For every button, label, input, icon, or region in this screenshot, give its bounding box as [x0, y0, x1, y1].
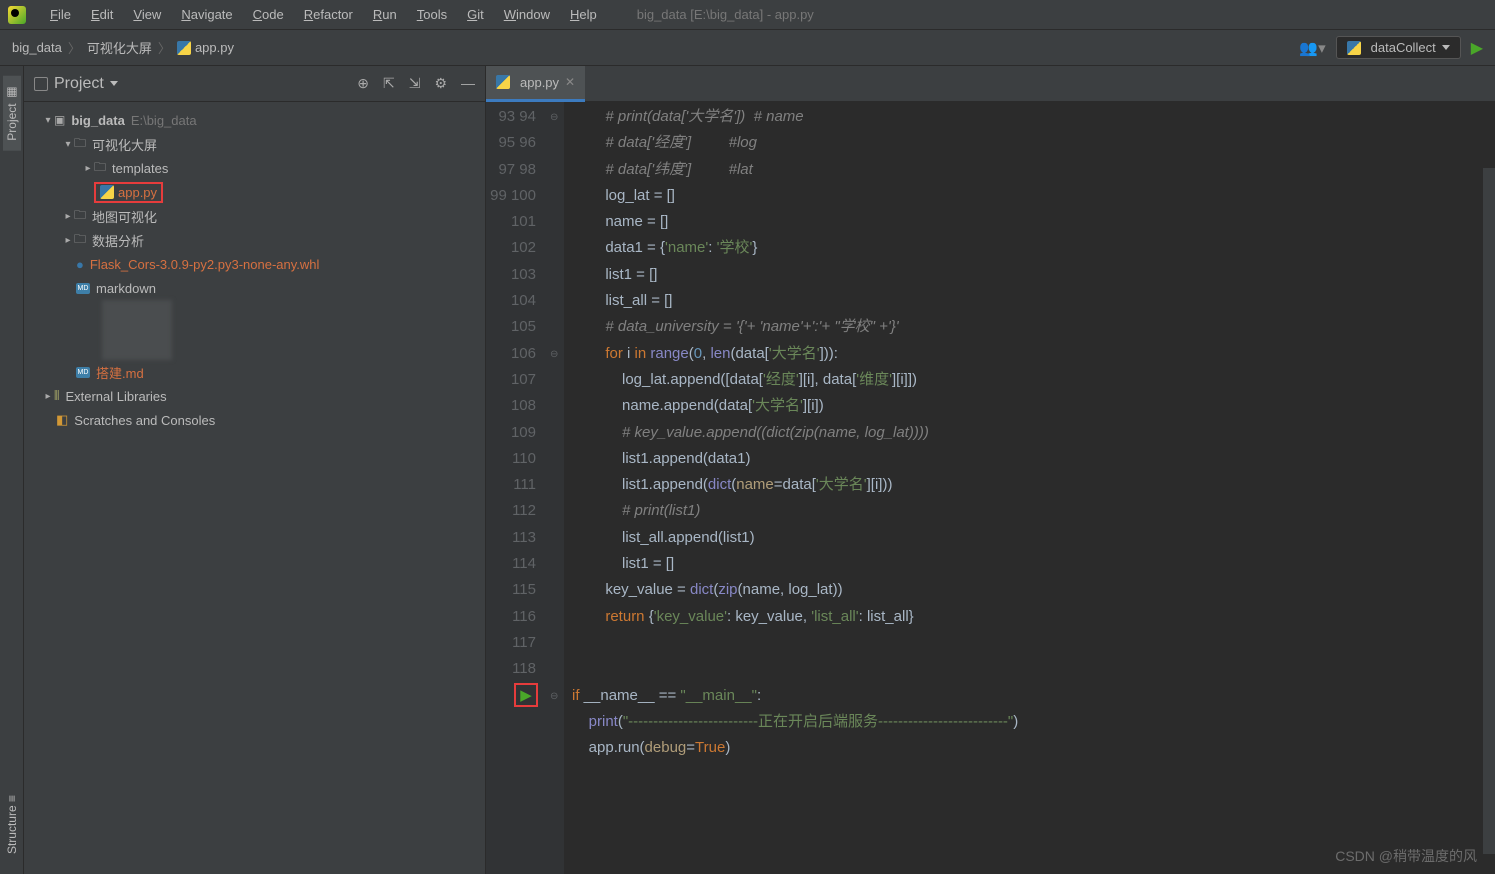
blurred-content: [102, 300, 172, 360]
menu-code[interactable]: Code: [243, 3, 294, 26]
rail-project-tab[interactable]: Project ▦: [3, 76, 21, 151]
collapse-all-icon[interactable]: ⇲: [409, 75, 421, 92]
code-area[interactable]: # print(data['大学名']) # name # data['经度']…: [564, 102, 1495, 874]
project-title: Project: [54, 75, 104, 93]
menu-refactor[interactable]: Refactor: [294, 3, 363, 26]
project-tree: ▾▣big_dataE:\big_data ▾🗀可视化大屏 ▸🗀template…: [24, 102, 485, 438]
editor-tab-app[interactable]: app.py ✕: [486, 66, 585, 102]
tree-file-app[interactable]: app.py: [24, 180, 485, 204]
python-file-icon: [100, 185, 114, 199]
crumb-root[interactable]: big_data: [12, 40, 62, 55]
crumb-file[interactable]: app.py: [195, 40, 234, 55]
menu-window[interactable]: Window: [494, 3, 560, 26]
python-file-icon: [496, 75, 510, 89]
python-icon: [1347, 41, 1361, 55]
tree-folder-templates[interactable]: ▸🗀templates: [24, 156, 485, 180]
fold-column[interactable]: ⊖⊖⊖▶: [546, 102, 564, 874]
rail-structure-tab[interactable]: Structure ≡: [3, 785, 21, 864]
collaborators-icon[interactable]: 👥▾: [1299, 39, 1325, 57]
tree-folder-vis[interactable]: ▾🗀可视化大屏: [24, 132, 485, 156]
run-config-name: dataCollect: [1371, 40, 1436, 55]
chevron-down-icon: [1442, 45, 1450, 50]
watermark: CSDN @稍带温度的风: [1335, 846, 1477, 866]
menu-help[interactable]: Help: [560, 3, 607, 26]
hide-icon[interactable]: —: [461, 75, 475, 92]
tree-folder-analysis[interactable]: ▸🗀数据分析: [24, 228, 485, 252]
tree-root[interactable]: ▾▣big_dataE:\big_data: [24, 108, 485, 132]
tree-file-whl[interactable]: ●Flask_Cors-3.0.9-py2.py3-none-any.whl: [24, 252, 485, 276]
menu-tools[interactable]: Tools: [407, 3, 457, 26]
menu-edit[interactable]: Edit: [81, 3, 123, 26]
tree-folder-mapvis[interactable]: ▸🗀地图可视化: [24, 204, 485, 228]
breadcrumb-bar: big_data 〉 可视化大屏 〉 app.py 👥▾ dataCollect…: [0, 30, 1495, 66]
editor-area: app.py ✕ 93 94 95 96 97 98 99 100 101 10…: [486, 66, 1495, 874]
chevron-down-icon[interactable]: [110, 81, 118, 86]
tree-file-build[interactable]: MD搭建.md: [24, 360, 485, 384]
close-icon[interactable]: ✕: [565, 75, 575, 89]
pycharm-icon: [8, 6, 26, 24]
run-button[interactable]: ▶: [1471, 38, 1483, 58]
menubar: FileEditViewNavigateCodeRefactorRunTools…: [0, 0, 1495, 30]
crumb-folder[interactable]: 可视化大屏: [87, 38, 152, 57]
menu-view[interactable]: View: [123, 3, 171, 26]
tree-scratches[interactable]: ◧Scratches and Consoles: [24, 408, 485, 432]
project-view-icon: [34, 77, 48, 91]
locate-icon[interactable]: ⊕: [357, 75, 369, 92]
settings-icon[interactable]: ⚙: [434, 75, 447, 92]
menu-run[interactable]: Run: [363, 3, 407, 26]
left-tool-rail: Project ▦ Structure ≡: [0, 66, 24, 874]
python-file-icon: [177, 41, 191, 55]
expand-all-icon[interactable]: ⇱: [383, 75, 395, 92]
run-line-marker[interactable]: ▶: [514, 683, 538, 707]
tab-label: app.py: [520, 75, 559, 90]
menu-git[interactable]: Git: [457, 3, 494, 26]
menu-navigate[interactable]: Navigate: [171, 3, 242, 26]
project-header: Project ⊕ ⇱ ⇲ ⚙ —: [24, 66, 485, 102]
line-gutter: 93 94 95 96 97 98 99 100 101 102 103 104…: [486, 102, 546, 874]
scrollbar[interactable]: [1483, 168, 1495, 854]
project-tool-window: Project ⊕ ⇱ ⇲ ⚙ — ▾▣big_dataE:\big_data …: [24, 66, 486, 874]
menu-file[interactable]: File: [40, 3, 81, 26]
editor-tab-bar: app.py ✕: [486, 66, 1495, 102]
run-config-selector[interactable]: dataCollect: [1336, 36, 1461, 59]
tree-file-markdown[interactable]: MDmarkdown: [24, 276, 485, 300]
tree-external-libs[interactable]: ▸⫴External Libraries: [24, 384, 485, 408]
window-title: big_data [E:\big_data] - app.py: [637, 7, 814, 22]
